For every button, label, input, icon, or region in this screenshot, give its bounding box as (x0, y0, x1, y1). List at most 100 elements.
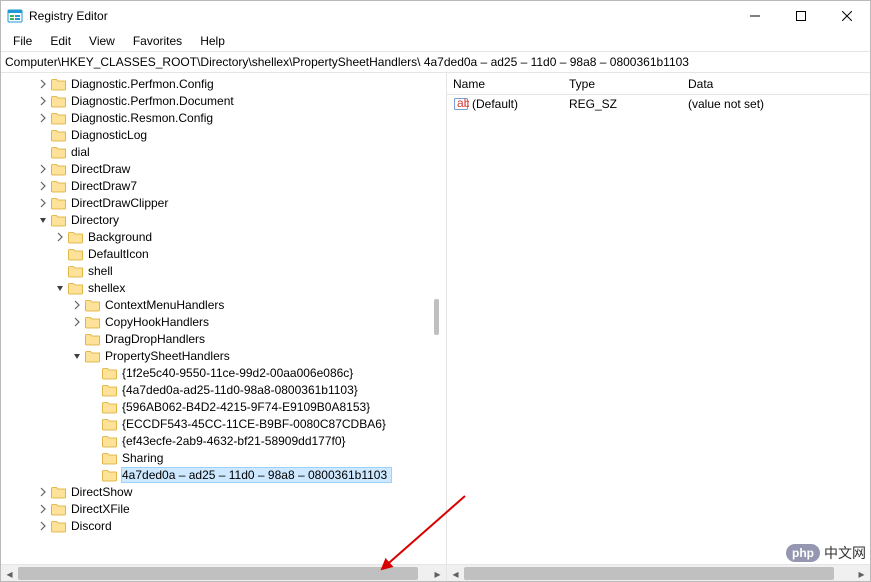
chevron-right-icon[interactable] (35, 76, 51, 92)
folder-icon (68, 263, 84, 279)
tree-item-label: {596AB062-B4D2-4215-9F74-E9109B0A8153} (122, 400, 374, 414)
tree-item[interactable]: DragDropHandlers (1, 330, 446, 347)
tree-item[interactable]: CopyHookHandlers (1, 313, 446, 330)
tree-item[interactable]: DirectDrawClipper (1, 194, 446, 211)
tree-item[interactable]: DirectShow (1, 483, 446, 500)
folder-icon (51, 144, 67, 160)
tree-horizontal-scrollbar[interactable]: ◂ ▸ (1, 564, 446, 581)
tree-item-label: DirectDraw (71, 162, 134, 176)
chevron-right-icon[interactable] (35, 501, 51, 517)
maximize-button[interactable] (778, 1, 824, 31)
column-name[interactable]: Name (453, 77, 569, 91)
tree-item[interactable]: DirectXFile (1, 500, 446, 517)
folder-icon (102, 399, 118, 415)
folder-icon (85, 331, 101, 347)
tree-item-label: Diagnostic.Perfmon.Config (71, 77, 218, 91)
chevron-right-icon[interactable] (69, 297, 85, 313)
tree-item[interactable]: Background (1, 228, 446, 245)
folder-icon (51, 518, 67, 534)
tree-item[interactable]: Sharing (1, 449, 446, 466)
tree-item[interactable]: Directory (1, 211, 446, 228)
scroll-right-icon[interactable]: ▸ (429, 565, 446, 581)
scrollbar-thumb[interactable] (464, 567, 834, 580)
chevron-right-icon[interactable] (69, 314, 85, 330)
folder-icon (51, 195, 67, 211)
tree-item[interactable]: DefaultIcon (1, 245, 446, 262)
values-header[interactable]: Name Type Data (447, 73, 870, 95)
tree-item[interactable]: PropertySheetHandlers (1, 347, 446, 364)
tree-item[interactable]: {ECCDF543-45CC-11CE-B9BF-0080C87CDBA6} (1, 415, 446, 432)
tree-item[interactable]: Diagnostic.Perfmon.Config (1, 75, 446, 92)
tree-item[interactable]: Diagnostic.Perfmon.Document (1, 92, 446, 109)
tree-item-label: {ECCDF543-45CC-11CE-B9BF-0080C87CDBA6} (122, 417, 390, 431)
tree-item[interactable]: dial (1, 143, 446, 160)
chevron-right-icon[interactable] (35, 93, 51, 109)
folder-icon (51, 484, 67, 500)
content-area: Diagnostic.Perfmon.Config Diagnostic.Perf… (1, 73, 870, 581)
tree-item[interactable]: {1f2e5c40-9550-11ce-99d2-00aa006e086c} (1, 364, 446, 381)
tree-item[interactable]: Discord (1, 517, 446, 534)
tree-item[interactable]: shellex (1, 279, 446, 296)
chevron-right-icon[interactable] (52, 229, 68, 245)
tree-item[interactable]: DirectDraw7 (1, 177, 446, 194)
tree-item-label: {4a7ded0a-ad25-11d0-98a8-0800361b1103} (122, 383, 362, 397)
column-type[interactable]: Type (569, 77, 688, 91)
chevron-right-icon[interactable] (35, 178, 51, 194)
chevron-right-icon[interactable] (35, 161, 51, 177)
tree-item-label: Sharing (122, 451, 167, 465)
values-horizontal-scrollbar[interactable]: ◂ ▸ (447, 564, 870, 581)
tree-item-label: DirectXFile (71, 502, 134, 516)
folder-icon (102, 450, 118, 466)
scroll-left-icon[interactable]: ◂ (1, 565, 18, 581)
menu-view[interactable]: View (81, 32, 123, 50)
folder-icon (85, 314, 101, 330)
chevron-right-icon[interactable] (35, 110, 51, 126)
tree-item[interactable]: {596AB062-B4D2-4215-9F74-E9109B0A8153} (1, 398, 446, 415)
tree-item[interactable]: ContextMenuHandlers (1, 296, 446, 313)
chevron-down-icon[interactable] (69, 348, 85, 364)
folder-icon (51, 501, 67, 517)
value-data: (value not set) (688, 97, 870, 111)
column-data[interactable]: Data (688, 77, 870, 91)
folder-icon (51, 178, 67, 194)
tree-item[interactable]: DiagnosticLog (1, 126, 446, 143)
minimize-button[interactable] (732, 1, 778, 31)
value-row[interactable]: ab (Default) REG_SZ (value not set) (447, 95, 870, 113)
tree-item[interactable]: shell (1, 262, 446, 279)
scroll-right-icon[interactable]: ▸ (853, 565, 870, 581)
folder-icon (51, 93, 67, 109)
folder-icon (102, 365, 118, 381)
splitter-handle[interactable] (434, 299, 439, 335)
tree-item-label: Diagnostic.Perfmon.Document (71, 94, 238, 108)
address-bar[interactable]: Computer\HKEY_CLASSES_ROOT\Directory\she… (1, 51, 870, 73)
tree-pane: Diagnostic.Perfmon.Config Diagnostic.Perf… (1, 73, 447, 581)
tree-item-label: DefaultIcon (88, 247, 153, 261)
folder-icon (102, 416, 118, 432)
menu-edit[interactable]: Edit (42, 32, 79, 50)
scrollbar-thumb[interactable] (18, 567, 418, 580)
folder-icon (102, 382, 118, 398)
chevron-right-icon[interactable] (35, 484, 51, 500)
menu-file[interactable]: File (5, 32, 40, 50)
chevron-down-icon[interactable] (35, 212, 51, 228)
tree-item-label: DirectShow (71, 485, 136, 499)
tree-item[interactable]: {4a7ded0a-ad25-11d0-98a8-0800361b1103} (1, 381, 446, 398)
tree-item[interactable]: Diagnostic.Resmon.Config (1, 109, 446, 126)
folder-icon (68, 246, 84, 262)
folder-icon (102, 433, 118, 449)
window-title: Registry Editor (29, 9, 732, 23)
menu-help[interactable]: Help (192, 32, 233, 50)
values-list[interactable]: ab (Default) REG_SZ (value not set) (447, 95, 870, 564)
chevron-right-icon[interactable] (35, 195, 51, 211)
scroll-left-icon[interactable]: ◂ (447, 565, 464, 581)
tree-item[interactable]: {ef43ecfe-2ab9-4632-bf21-58909dd177f0} (1, 432, 446, 449)
chevron-down-icon[interactable] (52, 280, 68, 296)
registry-tree[interactable]: Diagnostic.Perfmon.Config Diagnostic.Perf… (1, 73, 446, 534)
chevron-right-icon[interactable] (35, 518, 51, 534)
tree-item[interactable]: DirectDraw (1, 160, 446, 177)
folder-icon (51, 110, 67, 126)
menu-favorites[interactable]: Favorites (125, 32, 190, 50)
tree-item[interactable]: 4a7ded0a – ad25 – 11d0 – 98a8 – 0800361b… (1, 466, 446, 483)
close-button[interactable] (824, 1, 870, 31)
titlebar[interactable]: Registry Editor (1, 1, 870, 31)
